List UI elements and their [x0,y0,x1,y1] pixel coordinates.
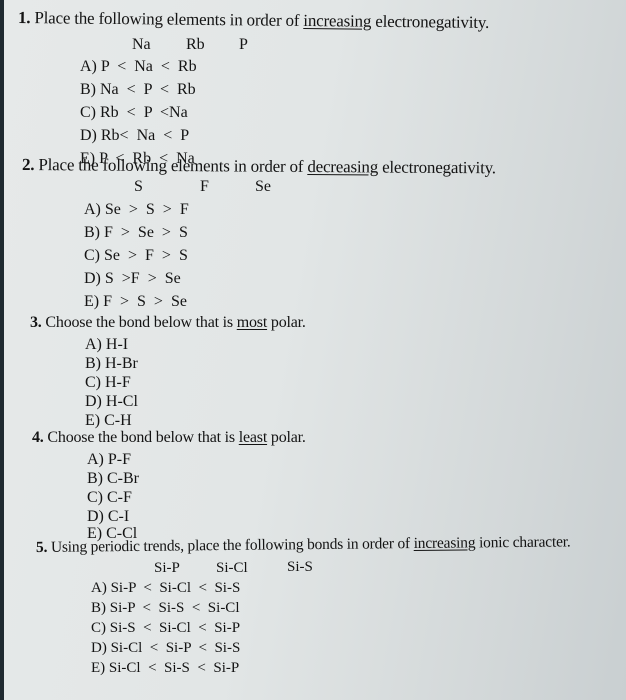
stem-emphasis: increasing [413,534,476,553]
answer-option-d: D) H-Cl [85,393,138,410]
answer-option-d: D) Si-Cl < Si-P < Si-S [91,640,241,656]
answer-option-c: C) Si-S < Si-Cl < Si-P [91,620,241,636]
answer-option-e: E) C-H [85,412,132,429]
stem-text: Using periodic trends, place the followi… [50,535,411,556]
given-item: Si-Cl [216,560,248,576]
stem-emphasis: most [236,314,268,331]
question-number: 5. [35,538,48,556]
worksheet-page: 1. Place the following elements in order… [4,0,626,700]
answer-option-a: A) P-F [87,451,132,468]
given-item: Se [255,178,271,195]
stem-text: Choose the bond below that is [45,314,233,331]
answer-option-e: E) Si-Cl < Si-S < Si-P [91,660,240,676]
question-4-stem: 4. Choose the bond below that is least p… [32,429,306,447]
answer-option-b: B) F > Se > S [84,224,188,241]
answer-option-c: C) Rb < P <Na [80,104,188,121]
question-3-stem: 3. Choose the bond below that is most po… [30,314,306,332]
answer-option-a: A) Si-P < Si-Cl < Si-S [91,580,241,596]
stem-emphasis: increasing [303,10,372,31]
answer-option-b: B) H-Br [85,355,138,372]
answer-option-a: A) H-I [85,336,129,353]
stem-text-end: ionic character. [478,533,571,552]
answer-option-b: B) Si-P < Si-S < Si-Cl [91,600,240,616]
answer-option-d: D) S >F > Se [84,270,181,287]
given-item: Si-S [287,559,313,575]
answer-option-b: B) C-Br [87,470,139,487]
given-item: Si-P [154,560,180,576]
question-number: 2. [21,155,35,175]
stem-text-end: electronegativity. [382,157,496,178]
answer-option-d: D) Rb< Na < P [80,127,190,144]
answer-option-e: E) F > S > Se [84,293,187,310]
given-item: S [134,178,143,195]
stem-text-end: electronegativity. [375,11,490,32]
given-item: Na [132,36,151,53]
question-1-stem: 1. Place the following elements in order… [18,8,489,33]
question-number: 1. [17,8,31,28]
given-item: P [239,36,248,53]
stem-text: Place the following elements in order of [38,155,304,176]
stem-text-end: polar. [270,429,306,446]
given-item: Rb [186,36,205,53]
question-number: 3. [30,314,42,331]
answer-option-c: C) H-F [85,374,131,391]
stem-emphasis: decreasing [307,156,379,177]
given-item: F [200,178,209,195]
answer-option-c: C) Se > F > S [84,247,188,264]
stem-text: Choose the bond below that is [47,429,235,446]
answer-option-d: D) C-I [87,508,130,525]
answer-option-b: B) Na < P < Rb [80,81,196,98]
stem-text: Place the following elements in order of [34,8,300,30]
question-number: 4. [32,429,44,446]
answer-option-a: A) Se > S > F [84,201,189,218]
answer-option-a: A) P < Na < Rb [80,58,197,75]
stem-text-end: polar. [270,314,306,331]
stem-emphasis: least [238,429,268,446]
answer-option-c: C) C-F [87,489,132,506]
question-2-stem: 2. Place the following elements in order… [22,155,496,178]
